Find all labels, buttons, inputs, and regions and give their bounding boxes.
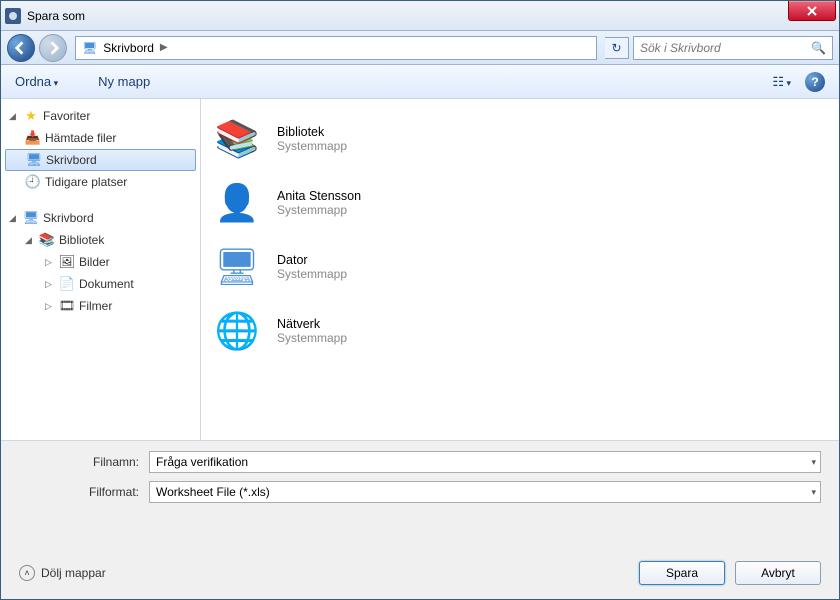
sidebar-favorites[interactable]: ◢★Favoriter xyxy=(1,105,200,127)
filename-label: Filnamn: xyxy=(19,455,139,469)
save-as-dialog: Spara som 🖥 Skrivbord ▶ ↻ Sök i Skrivbor… xyxy=(0,0,840,600)
libraries-icon: 📚 xyxy=(211,113,263,165)
pictures-icon: 🖼 xyxy=(59,254,75,270)
user-folder-icon: 👤 xyxy=(211,177,263,229)
list-item[interactable]: 🌐 NätverkSystemmapp xyxy=(211,299,829,363)
footer: Filnamn: Fråga verifikation▾ Filformat: … xyxy=(1,440,839,599)
sidebar-recent[interactable]: 🕘Tidigare platser xyxy=(1,171,200,193)
documents-icon: 📄 xyxy=(59,276,75,292)
organize-menu[interactable]: Ordna xyxy=(15,74,58,89)
back-button[interactable] xyxy=(7,34,35,62)
desktop-icon: 🖥 xyxy=(23,210,39,226)
sidebar-downloads[interactable]: 📥Hämtade filer xyxy=(1,127,200,149)
window-title: Spara som xyxy=(27,9,85,23)
toolbar: Ordna Ny mapp ☷ ? xyxy=(1,65,839,99)
chevron-right-icon: ▶ xyxy=(160,42,168,53)
sidebar[interactable]: ◢★Favoriter 📥Hämtade filer 🖥Skrivbord 🕘T… xyxy=(1,99,201,440)
computer-icon: 🖥 xyxy=(211,241,263,293)
save-button[interactable]: Spara xyxy=(639,561,725,585)
close-button[interactable] xyxy=(788,1,836,21)
desktop-icon: 🖥 xyxy=(82,41,97,55)
search-input[interactable]: Sök i Skrivbord 🔍 xyxy=(633,36,833,60)
sidebar-pictures[interactable]: ▷🖼Bilder xyxy=(1,251,200,273)
forward-button[interactable] xyxy=(39,34,67,62)
chevron-down-icon[interactable]: ▾ xyxy=(811,457,816,468)
refresh-button[interactable]: ↻ xyxy=(605,37,629,59)
desktop-icon: 🖥 xyxy=(26,152,42,168)
hide-folders-toggle[interactable]: ˄ Dölj mappar xyxy=(19,565,106,581)
star-icon: ★ xyxy=(23,108,39,124)
chevron-up-icon: ˄ xyxy=(19,565,35,581)
format-label: Filformat: xyxy=(19,485,139,499)
navbar: 🖥 Skrivbord ▶ ↻ Sök i Skrivbord 🔍 xyxy=(1,31,839,65)
sidebar-desktop[interactable]: 🖥Skrivbord xyxy=(5,149,196,171)
titlebar: Spara som xyxy=(1,1,839,31)
list-item[interactable]: 👤 Anita StenssonSystemmapp xyxy=(211,171,829,235)
search-icon: 🔍 xyxy=(811,41,826,55)
sidebar-desktop-root[interactable]: ◢🖥Skrivbord xyxy=(1,207,200,229)
filename-input[interactable]: Fråga verifikation▾ xyxy=(149,451,821,473)
search-placeholder: Sök i Skrivbord xyxy=(640,41,721,55)
help-button[interactable]: ? xyxy=(805,72,825,92)
network-icon: 🌐 xyxy=(211,305,263,357)
list-item[interactable]: 🖥 DatorSystemmapp xyxy=(211,235,829,299)
sidebar-videos[interactable]: ▷🎞Filmer xyxy=(1,295,200,317)
view-options-button[interactable]: ☷ xyxy=(772,74,791,90)
libraries-icon: 📚 xyxy=(39,232,55,248)
list-item[interactable]: 📚 BibliotekSystemmapp xyxy=(211,107,829,171)
sidebar-documents[interactable]: ▷📄Dokument xyxy=(1,273,200,295)
new-folder-button[interactable]: Ny mapp xyxy=(98,74,150,89)
format-select[interactable]: Worksheet File (*.xls)▾ xyxy=(149,481,821,503)
sidebar-libraries[interactable]: ◢📚Bibliotek xyxy=(1,229,200,251)
address-bar[interactable]: 🖥 Skrivbord ▶ xyxy=(75,36,597,60)
dialog-body: ◢★Favoriter 📥Hämtade filer 🖥Skrivbord 🕘T… xyxy=(1,99,839,440)
folder-down-icon: 📥 xyxy=(25,130,41,146)
recent-icon: 🕘 xyxy=(25,174,41,190)
file-list[interactable]: 📚 BibliotekSystemmapp 👤 Anita StenssonSy… xyxy=(201,99,839,440)
chevron-down-icon[interactable]: ▾ xyxy=(811,487,816,498)
cancel-button[interactable]: Avbryt xyxy=(735,561,821,585)
breadcrumb-location: Skrivbord xyxy=(103,41,154,55)
app-icon xyxy=(5,8,21,24)
videos-icon: 🎞 xyxy=(59,298,75,314)
